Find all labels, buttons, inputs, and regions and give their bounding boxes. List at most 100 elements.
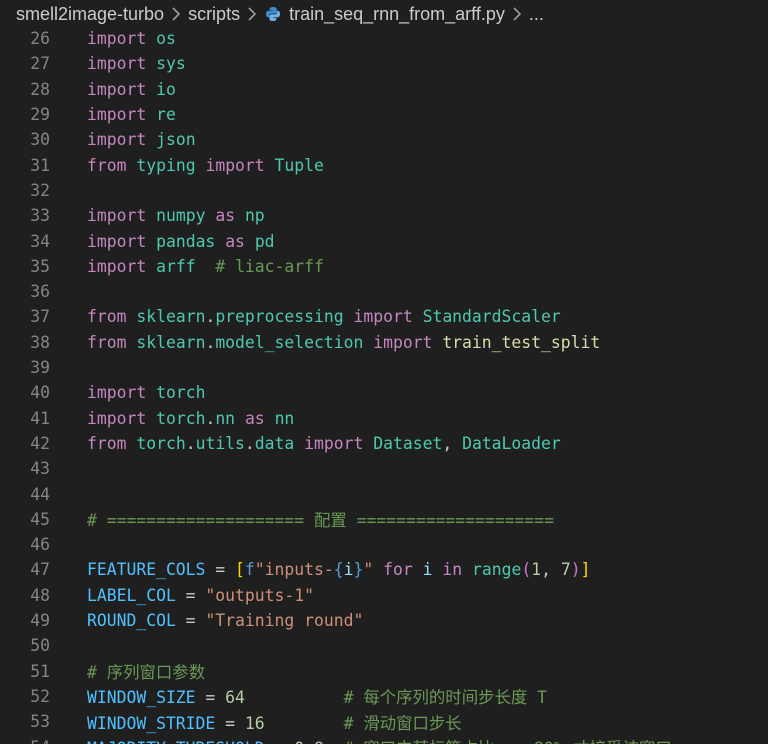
code-line[interactable]: 46 [0,532,768,557]
code-token: import [304,433,364,453]
code-token: = [215,713,245,733]
code-token: "outputs-1" [205,585,314,605]
code-text: WINDOW_STRIDE = 16 # 滑动窗口步长 [87,710,462,734]
code-line[interactable]: 36 [0,279,768,304]
code-line[interactable]: 29 import re [0,102,768,127]
code-token: data [254,433,295,453]
code-line[interactable]: 49 ROUND_COL = "Training round" [0,608,768,633]
code-line[interactable]: 42 from torch.utils.data import Dataset, … [0,431,768,456]
breadcrumb-file[interactable]: train_seq_rnn_from_arff.py [289,4,505,25]
code-text: LABEL_COL = "outputs-1" [87,586,314,605]
code-token: import [87,206,147,226]
code-text: WINDOW_SIZE = 64 # 每个序列的时间步长度 T [87,684,547,708]
code-token: from [87,332,127,352]
line-number: 39 [30,358,50,378]
code-line[interactable]: 40 import torch [0,380,768,405]
code-token: Dataset [373,433,443,453]
chevron-right-icon [171,7,181,21]
code-line[interactable]: 38 from sklearn.model_selection import tr… [0,330,768,355]
code-line[interactable]: 37 from sklearn.preprocessing import Stan… [0,304,768,329]
code-token: import [87,231,147,251]
code-token: preprocessing [215,307,344,327]
code-token: # 序列窗口参数 [87,663,206,683]
code-line[interactable]: 44 [0,481,768,506]
code-text: from sklearn.model_selection import trai… [87,333,600,352]
code-token: import [87,408,147,428]
line-number: 41 [30,408,50,428]
code-line[interactable]: 48 LABEL_COL = "outputs-1" [0,583,768,608]
code-line[interactable]: 51 # 序列窗口参数 [0,659,768,684]
code-token: for [383,560,413,580]
breadcrumb: smell2image-turbo scripts train_seq_rnn_… [0,0,768,28]
code-token: typing [136,155,196,175]
code-text: import torch [87,383,205,402]
code-token: numpy [156,206,206,226]
code-line[interactable]: 34 import pandas as pd [0,228,768,253]
code-line[interactable]: 41 import torch.nn as nn [0,406,768,431]
code-line[interactable]: 27 import sys [0,51,768,76]
code-text: import re [87,105,176,124]
code-text: import io [87,80,176,99]
code-line[interactable]: 33 import numpy as np [0,203,768,228]
code-text: FEATURE_COLS = [f"inputs-{i}" for i in r… [87,560,590,579]
code-token: import [87,105,147,125]
code-text: import os [87,29,176,48]
code-text: # 序列窗口参数 [87,659,205,683]
line-number: 49 [30,611,50,631]
code-token: utils [195,433,245,453]
code-editor[interactable]: 26 import os 27 import sys 28 import io 29 impo… [0,26,768,744]
code-token: nn [274,408,295,428]
code-token: import [87,54,147,74]
code-text: # ==================== 配置 ==============… [87,507,554,531]
code-token: os [156,29,176,49]
code-line[interactable]: 53 WINDOW_STRIDE = 16 # 滑动窗口步长 [0,709,768,734]
line-number: 29 [30,105,50,125]
code-line[interactable]: 26 import os [0,26,768,51]
code-line[interactable]: 32 [0,178,768,203]
code-line[interactable]: 50 [0,633,768,658]
code-line[interactable]: 52 WINDOW_SIZE = 64 # 每个序列的时间步长度 T [0,684,768,709]
code-line[interactable]: 30 import json [0,127,768,152]
code-line[interactable]: 28 import io [0,77,768,102]
code-token: i [422,560,433,580]
code-line[interactable]: 31 from typing import Tuple [0,153,768,178]
code-token: } [353,560,364,580]
breadcrumb-root[interactable]: smell2image-turbo [16,4,164,25]
code-token: 0.8 [294,739,324,744]
code-line[interactable]: 35 import arff # liac-arff [0,254,768,279]
line-number: 28 [30,79,50,99]
code-token: 64 [225,688,245,708]
code-line[interactable]: 54 MAJORITY_THRESHOLD = 0.8 # 窗口内某标签占比 >=… [0,734,768,744]
code-token: . [205,408,216,428]
code-line[interactable]: 39 [0,355,768,380]
code-token: ROUND_COL [87,611,176,631]
line-number: 47 [30,560,50,580]
code-text: MAJORITY_THRESHOLD = 0.8 # 窗口内某标签占比 >= 8… [87,735,672,744]
code-line[interactable]: 45 # ==================== 配置 ============… [0,507,768,532]
code-token: ) [570,560,581,580]
breadcrumb-more[interactable]: ... [529,4,544,25]
code-line[interactable]: 43 [0,456,768,481]
code-token: model_selection [215,332,364,352]
code-token: { [333,560,344,580]
code-line[interactable]: 47 FEATURE_COLS = [f"inputs-{i}" for i in… [0,557,768,582]
breadcrumb-folder[interactable]: scripts [188,4,240,25]
